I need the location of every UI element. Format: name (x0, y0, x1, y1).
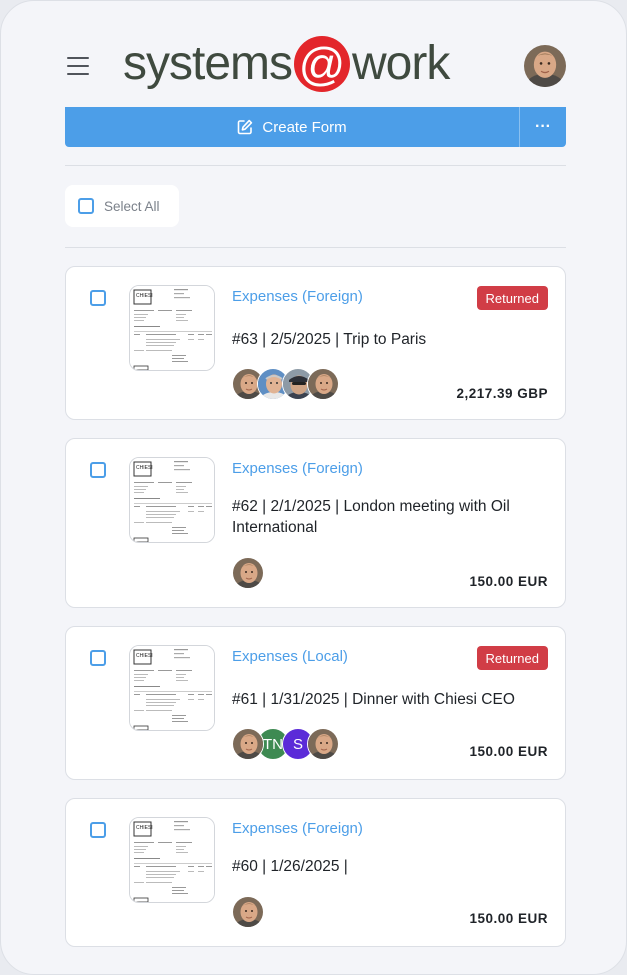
select-all-control[interactable]: Select All (65, 185, 179, 227)
create-form-toolbar: Create Form ··· (65, 107, 566, 147)
form-type-link[interactable]: Expenses (Foreign) (232, 820, 363, 837)
form-title: #62 | 2/1/2025 | London meeting with Oil… (232, 498, 510, 536)
approver-avatars (232, 896, 264, 928)
divider (65, 247, 566, 248)
approver-avatars: TN S (232, 728, 339, 760)
form-amount: 150.00 EUR (469, 911, 548, 926)
status-badge: Returned (476, 646, 548, 670)
form-amount: 2,217.39 GBP (456, 386, 548, 401)
form-card[interactable]: Expenses (Foreign) #60 | 1/26/2025 | 150… (65, 798, 566, 947)
form-type-link[interactable]: Expenses (Foreign) (232, 288, 363, 305)
form-type-link[interactable]: Expenses (Foreign) (232, 460, 363, 477)
create-form-label: Create Form (262, 118, 347, 136)
create-form-button[interactable]: Create Form (65, 107, 519, 147)
form-card[interactable]: Expenses (Foreign) #62 | 2/1/2025 | Lond… (65, 438, 566, 608)
form-thumbnail[interactable] (129, 817, 215, 903)
form-title: #60 | 1/26/2025 | (232, 858, 348, 875)
form-checkbox[interactable] (90, 822, 106, 838)
approver-avatars (232, 557, 264, 589)
hamburger-icon[interactable] (67, 57, 91, 77)
divider (65, 165, 566, 166)
app-screen: systems @ work Create Form ··· Select Al… (0, 0, 627, 975)
select-all-label: Select All (104, 198, 160, 214)
avatar[interactable] (232, 557, 264, 589)
form-checkbox[interactable] (90, 650, 106, 666)
select-all-checkbox[interactable] (78, 198, 94, 214)
avatar[interactable] (232, 896, 264, 928)
app-header: systems @ work (1, 1, 626, 101)
form-thumbnail[interactable] (129, 645, 215, 731)
form-title: #61 | 1/31/2025 | Dinner with Chiesi CEO (232, 691, 515, 708)
user-avatar[interactable] (524, 45, 566, 87)
form-thumbnail[interactable] (129, 285, 215, 371)
edit-icon (238, 119, 253, 135)
form-amount: 150.00 EUR (469, 744, 548, 759)
logo-text-work: work (352, 37, 450, 90)
form-thumbnail[interactable] (129, 457, 215, 543)
avatar[interactable] (307, 728, 339, 760)
form-card[interactable]: Expenses (Local) Returned #61 | 1/31/202… (65, 626, 566, 780)
form-type-link[interactable]: Expenses (Local) (232, 648, 348, 665)
more-horizontal-icon[interactable]: ··· (519, 107, 566, 147)
status-badge: Returned (476, 286, 548, 310)
form-checkbox[interactable] (90, 290, 106, 306)
logo-at-sign: @ (294, 36, 351, 92)
form-amount: 150.00 EUR (469, 574, 548, 589)
approver-avatars (232, 368, 339, 400)
form-checkbox[interactable] (90, 462, 106, 478)
logo-text-systems: systems (123, 37, 293, 90)
systems-at-work-logo: systems @ work (123, 33, 450, 95)
form-title: #63 | 2/5/2025 | Trip to Paris (232, 331, 427, 348)
avatar[interactable] (232, 728, 264, 760)
avatar[interactable] (307, 368, 339, 400)
form-card[interactable]: Expenses (Foreign) Returned #63 | 2/5/20… (65, 266, 566, 420)
